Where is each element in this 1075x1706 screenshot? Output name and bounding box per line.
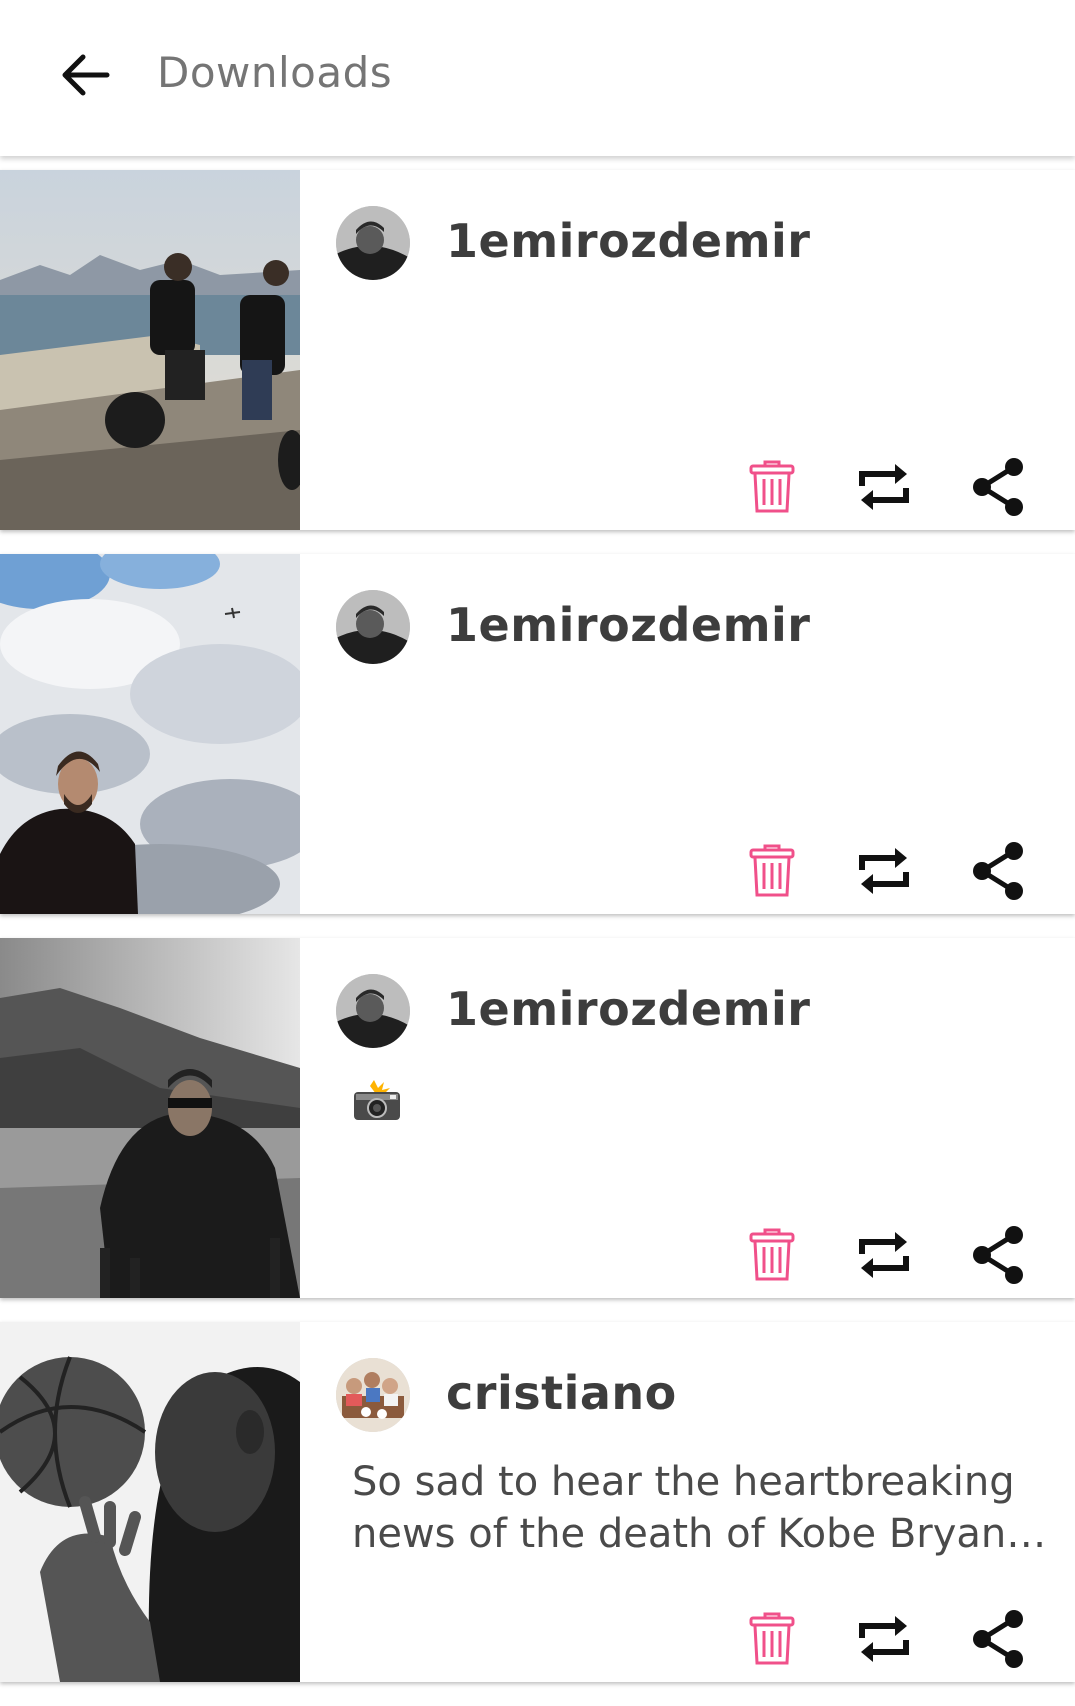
username: 1emirozdemir — [446, 982, 811, 1036]
download-card[interactable]: 1emirozdemir — [0, 938, 1075, 1298]
share-button[interactable] — [966, 1604, 1030, 1674]
share-icon — [973, 458, 1023, 516]
repost-icon — [859, 1232, 909, 1278]
avatar[interactable] — [336, 206, 410, 280]
delete-button[interactable] — [740, 452, 804, 522]
username: cristiano — [446, 1366, 677, 1420]
share-button[interactable] — [966, 452, 1030, 522]
card-actions — [740, 1604, 1060, 1674]
repost-icon — [859, 1616, 909, 1662]
share-icon — [973, 1610, 1023, 1668]
camera-flash-emoji — [352, 1078, 402, 1122]
page-title: Downloads — [157, 48, 393, 97]
trash-icon — [749, 460, 795, 513]
share-button[interactable] — [966, 1220, 1030, 1290]
username: 1emirozdemir — [446, 214, 811, 268]
delete-button[interactable] — [740, 836, 804, 906]
card-actions — [740, 1220, 1060, 1290]
repost-icon — [859, 848, 909, 894]
post-thumbnail[interactable] — [0, 170, 300, 530]
download-card[interactable]: cristiano So sad to hear the heartbreaki… — [0, 1322, 1075, 1682]
delete-button[interactable] — [740, 1220, 804, 1290]
app-bar: Downloads — [0, 0, 1075, 156]
share-button[interactable] — [966, 836, 1030, 906]
avatar[interactable] — [336, 1358, 410, 1432]
downloads-list: 1emirozdemir 1emirozdemir 1emirozdemir c… — [0, 170, 1075, 1706]
trash-icon — [749, 1228, 795, 1281]
repost-icon — [859, 464, 909, 510]
avatar[interactable] — [336, 590, 410, 664]
post-thumbnail[interactable] — [0, 554, 300, 914]
repost-button[interactable] — [852, 1220, 916, 1290]
username: 1emirozdemir — [446, 598, 811, 652]
download-card[interactable]: 1emirozdemir — [0, 170, 1075, 530]
post-thumbnail[interactable] — [0, 1322, 300, 1682]
repost-button[interactable] — [852, 1604, 916, 1674]
trash-icon — [749, 844, 795, 897]
repost-button[interactable] — [852, 836, 916, 906]
share-icon — [973, 1226, 1023, 1284]
card-actions — [740, 836, 1060, 906]
download-card[interactable]: 1emirozdemir — [0, 554, 1075, 914]
repost-button[interactable] — [852, 452, 916, 522]
avatar[interactable] — [336, 974, 410, 1048]
camera-flash-icon — [354, 1080, 400, 1120]
back-button[interactable] — [50, 45, 120, 105]
post-thumbnail[interactable] — [0, 938, 300, 1298]
card-actions — [740, 452, 1060, 522]
post-caption: So sad to hear the heartbreaking news of… — [352, 1459, 1022, 1557]
delete-button[interactable] — [740, 1604, 804, 1674]
share-icon — [973, 842, 1023, 900]
arrow-left-icon — [62, 54, 110, 96]
trash-icon — [749, 1612, 795, 1665]
